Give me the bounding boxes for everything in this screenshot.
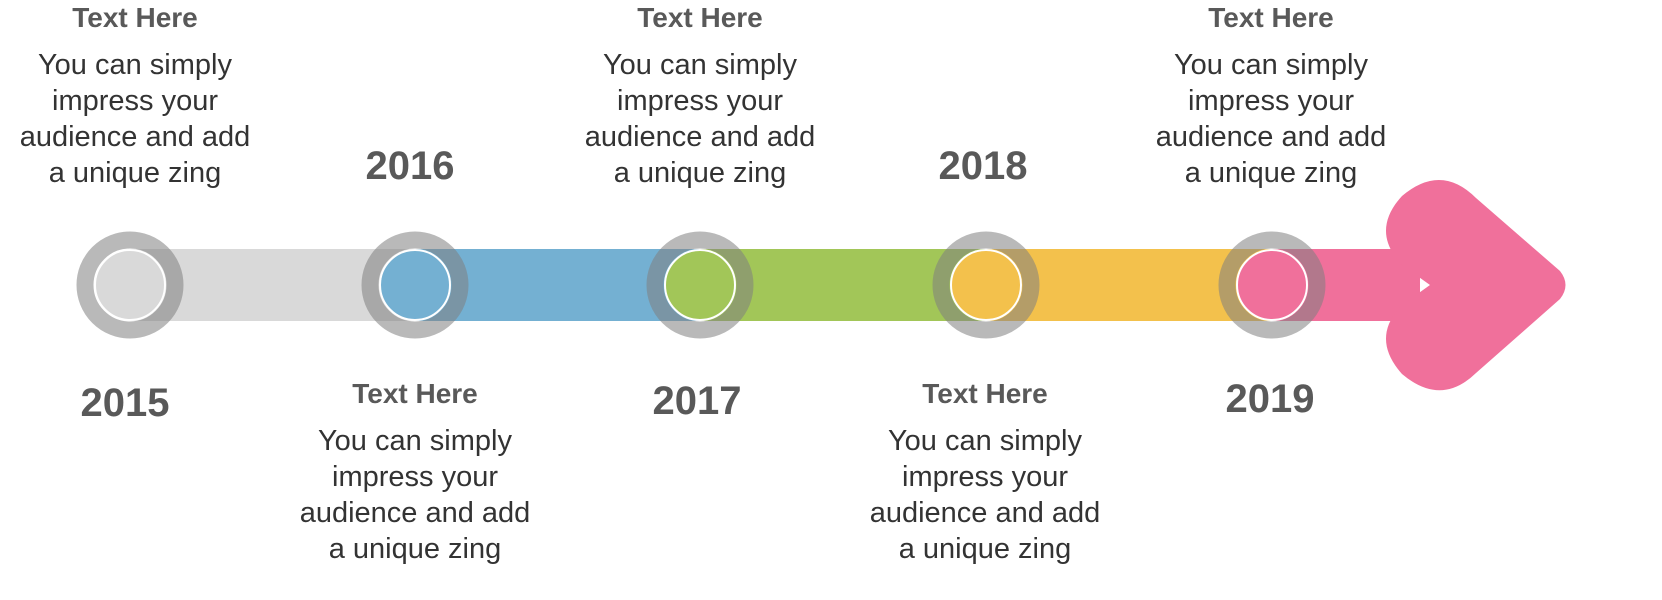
timeline-node-2016 (361, 231, 469, 339)
milestone-text-2015: Text Here You can simply impress your au… (0, 1, 285, 191)
body-line: a unique zing (898, 533, 1072, 565)
body-line: You can simply (318, 425, 512, 457)
milestone-text-2017: Text Here You can simply impress your au… (550, 1, 850, 191)
body-line: You can simply (38, 49, 232, 81)
timeline-node-2015 (76, 231, 184, 339)
milestone-body: You can simply impress your audience and… (265, 423, 565, 567)
milestone-text-2019: Text Here You can simply impress your au… (1121, 1, 1421, 191)
body-line: impress your (1188, 85, 1354, 117)
year-label-2017: 2017 (652, 379, 742, 423)
body-line: a unique zing (328, 533, 502, 565)
milestone-body: You can simply impress your audience and… (550, 47, 850, 191)
body-line: impress your (617, 85, 783, 117)
year-label-2018: 2018 (938, 144, 1028, 188)
timeline-diagram: 2015 2016 2017 2018 2019 Text Here You c… (0, 0, 1662, 600)
node-dot (950, 249, 1022, 321)
timeline-node-2018 (932, 231, 1040, 339)
body-line: audience and add (869, 497, 1101, 529)
body-line: impress your (52, 85, 218, 117)
year-label-2019: 2019 (1225, 377, 1315, 421)
milestone-text-2018: Text Here You can simply impress your au… (835, 377, 1135, 567)
body-line: audience and add (584, 121, 816, 153)
milestone-body: You can simply impress your audience and… (0, 47, 285, 191)
body-line: audience and add (19, 121, 251, 153)
body-line: audience and add (299, 497, 531, 529)
body-line: audience and add (1155, 121, 1387, 153)
node-dot (94, 249, 166, 321)
timeline-node-2019 (1218, 231, 1326, 339)
year-label-2016: 2016 (365, 144, 455, 188)
milestone-text-2016: Text Here You can simply impress your au… (265, 377, 565, 567)
body-line: a unique zing (613, 157, 787, 189)
body-line: a unique zing (48, 157, 222, 189)
milestone-heading: Text Here (352, 378, 478, 409)
timeline-node-2017 (646, 231, 754, 339)
body-line: You can simply (1174, 49, 1368, 81)
body-line: impress your (332, 461, 498, 493)
body-line: You can simply (888, 425, 1082, 457)
milestone-body: You can simply impress your audience and… (835, 423, 1135, 567)
milestone-heading: Text Here (1208, 2, 1334, 33)
body-line: You can simply (603, 49, 797, 81)
milestone-heading: Text Here (72, 2, 198, 33)
milestone-body: You can simply impress your audience and… (1121, 47, 1421, 191)
node-dot (1236, 249, 1308, 321)
body-line: a unique zing (1184, 157, 1358, 189)
node-dot (379, 249, 451, 321)
body-line: impress your (902, 461, 1068, 493)
milestone-heading: Text Here (637, 2, 763, 33)
node-dot (664, 249, 736, 321)
year-label-2015: 2015 (80, 381, 170, 425)
milestone-heading: Text Here (922, 378, 1048, 409)
